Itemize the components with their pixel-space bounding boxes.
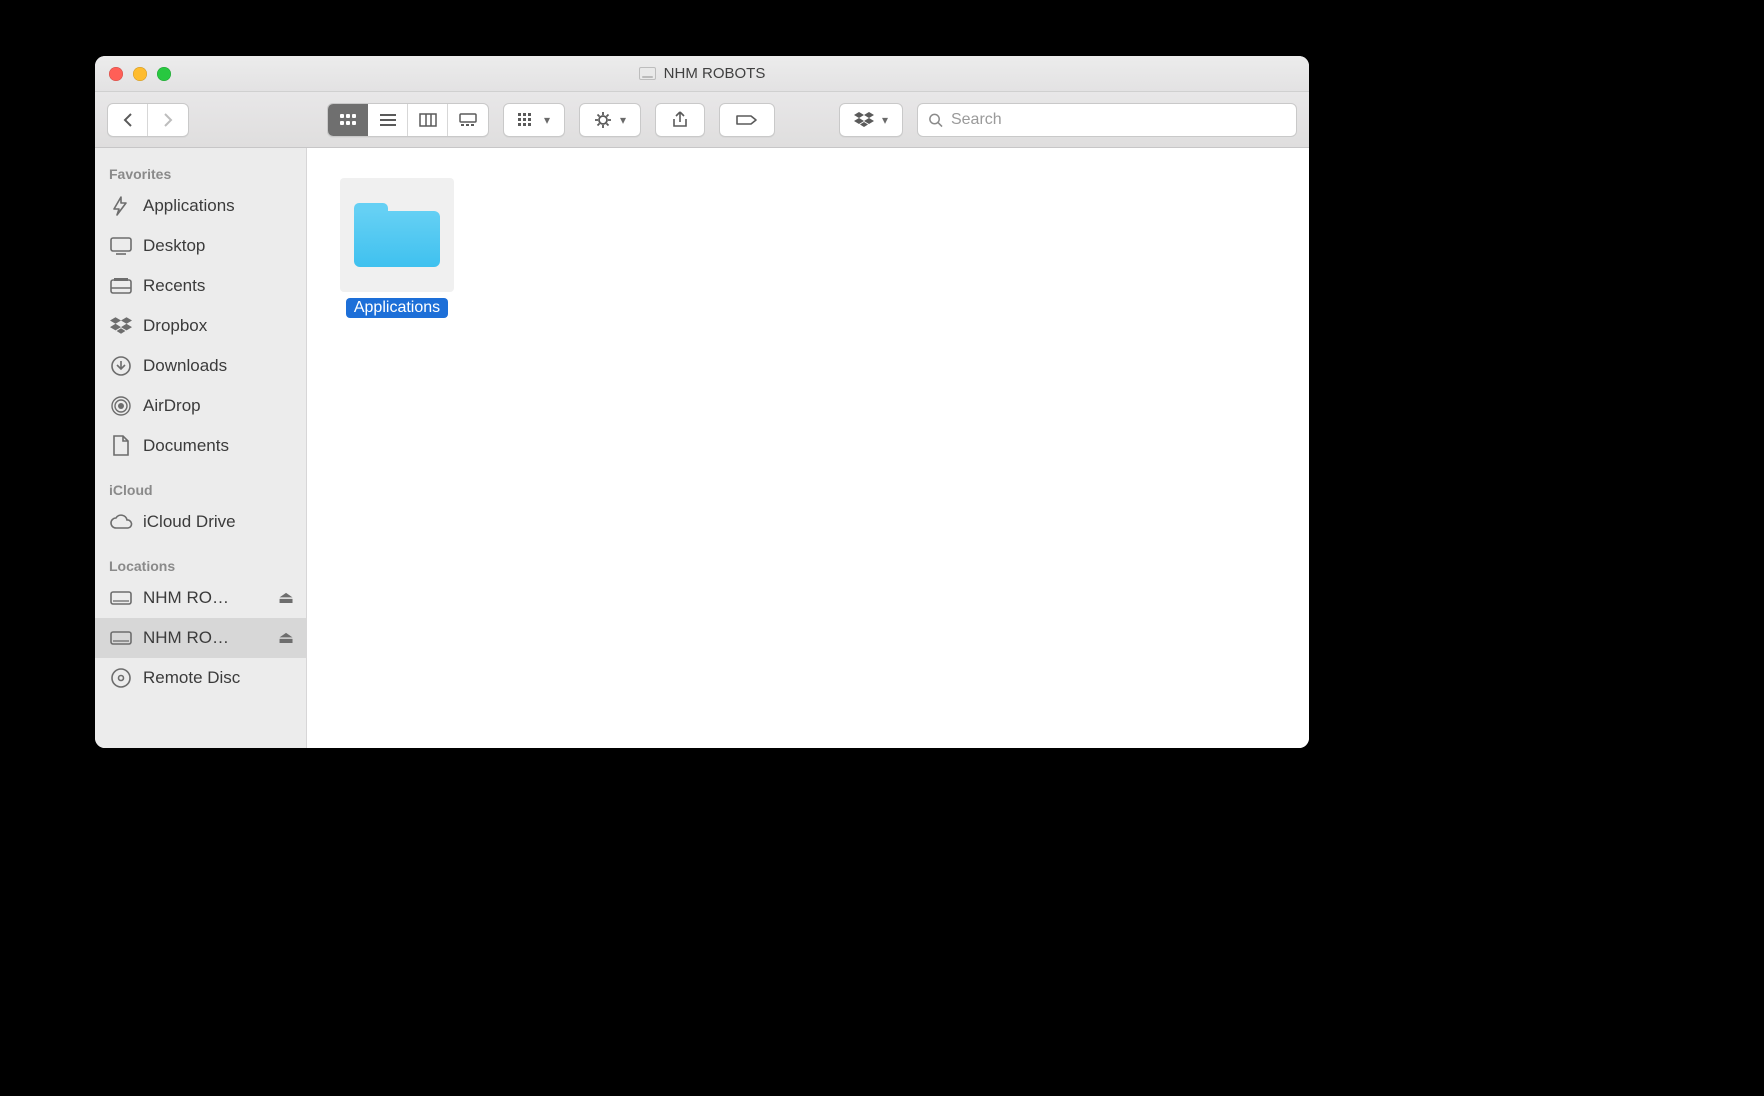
zoom-button[interactable] [157, 67, 171, 81]
chevron-down-icon: ▾ [544, 113, 550, 127]
eject-icon[interactable]: ⏏ [276, 628, 296, 648]
forward-button[interactable] [148, 104, 188, 136]
window-title-text: NHM ROBOTS [664, 65, 766, 82]
minimize-button[interactable] [133, 67, 147, 81]
close-button[interactable] [109, 67, 123, 81]
search-input[interactable] [951, 111, 1286, 129]
sidebar-item-label: Downloads [143, 356, 227, 376]
disk-icon [639, 67, 656, 80]
share-button[interactable] [655, 103, 705, 137]
sidebar-item-label: Recents [143, 276, 205, 296]
sidebar-item-label: Documents [143, 436, 229, 456]
toolbar: ▾ ▾ ▾ [95, 92, 1309, 148]
chevron-down-icon: ▾ [882, 113, 888, 127]
airdrop-icon [109, 394, 133, 418]
desktop-icon [109, 234, 133, 258]
grid-icon [518, 113, 536, 127]
dropbox-toolbar-button[interactable]: ▾ [839, 103, 903, 137]
sidebar-item-applications[interactable]: Applications [95, 186, 306, 226]
sidebar-header-favorites: Favorites [95, 160, 306, 186]
sidebar-item-label: Remote Disc [143, 668, 240, 688]
tag-icon [736, 113, 758, 127]
window-controls [95, 67, 171, 81]
sidebar-item-label: iCloud Drive [143, 512, 236, 532]
search-icon [928, 112, 943, 128]
chevron-down-icon: ▾ [620, 113, 626, 127]
search-field[interactable] [917, 103, 1297, 137]
disk-icon [109, 586, 133, 610]
folder-icon [340, 178, 454, 292]
documents-icon [109, 434, 133, 458]
sidebar-item-icloud-drive[interactable]: iCloud Drive [95, 502, 306, 542]
sidebar-item-downloads[interactable]: Downloads [95, 346, 306, 386]
disk-icon [109, 626, 133, 650]
back-button[interactable] [108, 104, 148, 136]
optical-disc-icon [109, 666, 133, 690]
folder-label[interactable]: Applications [346, 298, 448, 318]
sidebar: Favorites Applications Desktop Recents [95, 148, 307, 748]
dropbox-icon [854, 112, 874, 128]
tags-button[interactable] [719, 103, 775, 137]
gear-icon [594, 111, 612, 129]
sidebar-header-icloud: iCloud [95, 476, 306, 502]
applications-icon [109, 194, 133, 218]
sidebar-item-airdrop[interactable]: AirDrop [95, 386, 306, 426]
action-menu-button[interactable]: ▾ [579, 103, 641, 137]
content-area[interactable]: Applications [307, 148, 1309, 748]
eject-icon[interactable]: ⏏ [276, 588, 296, 608]
folder-item-applications[interactable]: Applications [337, 178, 457, 318]
sidebar-item-disk-1[interactable]: NHM RO… ⏏ [95, 578, 306, 618]
sidebar-item-label: NHM RO… [143, 628, 229, 648]
sidebar-item-dropbox[interactable]: Dropbox [95, 306, 306, 346]
sidebar-item-documents[interactable]: Documents [95, 426, 306, 466]
window-body: Favorites Applications Desktop Recents [95, 148, 1309, 748]
icon-view-button[interactable] [328, 104, 368, 136]
list-view-button[interactable] [368, 104, 408, 136]
finder-window: NHM ROBOTS [95, 56, 1309, 748]
share-icon [672, 111, 688, 129]
window-title: NHM ROBOTS [95, 56, 1309, 91]
sidebar-item-recents[interactable]: Recents [95, 266, 306, 306]
sidebar-item-label: NHM RO… [143, 588, 229, 608]
recents-icon [109, 274, 133, 298]
sidebar-item-label: Dropbox [143, 316, 207, 336]
view-mode-segment [327, 103, 489, 137]
sidebar-item-label: Applications [143, 196, 235, 216]
nav-buttons [107, 103, 189, 137]
sidebar-header-locations: Locations [95, 552, 306, 578]
sidebar-item-label: AirDrop [143, 396, 201, 416]
downloads-icon [109, 354, 133, 378]
sidebar-item-remote-disc[interactable]: Remote Disc [95, 658, 306, 698]
column-view-button[interactable] [408, 104, 448, 136]
sidebar-item-desktop[interactable]: Desktop [95, 226, 306, 266]
sidebar-item-label: Desktop [143, 236, 205, 256]
dropbox-icon [109, 314, 133, 338]
group-by-button[interactable]: ▾ [503, 103, 565, 137]
sidebar-item-disk-2[interactable]: NHM RO… ⏏ [95, 618, 306, 658]
gallery-view-button[interactable] [448, 104, 488, 136]
titlebar: NHM ROBOTS [95, 56, 1309, 92]
cloud-icon [109, 510, 133, 534]
